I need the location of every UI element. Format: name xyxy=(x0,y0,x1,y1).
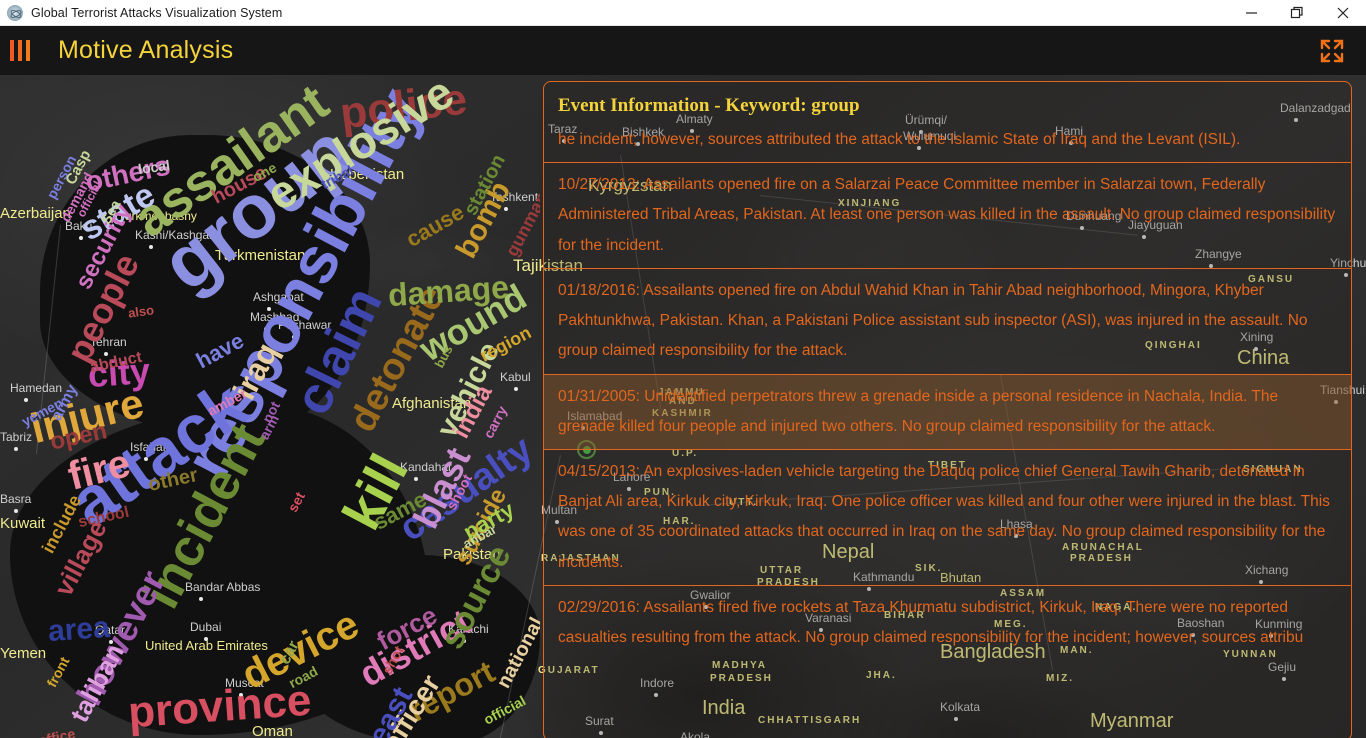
event-text: 01/31/2005: Unidentified perpetrators th… xyxy=(558,387,1279,435)
wordcloud-word[interactable]: also xyxy=(127,302,155,320)
app-globe-icon xyxy=(7,4,23,21)
event-text: 02/29/2016: Assailants fired five rocket… xyxy=(558,598,1304,647)
visualization-stage: Azerbaijan Turkmenbashy Uzbekistan Turkmeni… xyxy=(0,75,1366,738)
close-icon[interactable] xyxy=(1320,0,1366,26)
event-panel-title: Event Information - Keyword: group xyxy=(558,95,860,116)
event-text: he incident; however, sources attributed… xyxy=(558,131,1241,148)
event-text: 04/15/2013: An explosives-laden vehicle … xyxy=(558,462,1330,571)
wordcloud-word[interactable]: damage xyxy=(387,269,510,313)
maximize-icon[interactable] xyxy=(1274,0,1320,26)
event-list[interactable]: he incident; however, sources attributed… xyxy=(544,125,1351,660)
minimize-icon[interactable] xyxy=(1228,0,1274,26)
window-title: Global Terrorist Attacks Visualization S… xyxy=(31,5,283,20)
expand-fullscreen-icon[interactable] xyxy=(1318,37,1346,65)
event-list-item[interactable]: he incident; however, sources attributed… xyxy=(544,125,1351,162)
wordcloud-word[interactable]: national xyxy=(493,614,540,692)
wordcloud-word[interactable]: front xyxy=(43,654,72,690)
wordcloud-word[interactable]: set xyxy=(284,489,308,514)
event-list-item[interactable]: 10/27/2013: Assailants opened fire on a … xyxy=(544,162,1351,268)
menu-bars-icon[interactable] xyxy=(10,40,40,61)
wordcloud-word[interactable]: office xyxy=(37,725,77,738)
event-text: 10/27/2013: Assailants opened fire on a … xyxy=(558,176,1336,254)
event-information-panel: Event Information - Keyword: group he in… xyxy=(543,81,1352,738)
app-header: Motive Analysis xyxy=(0,26,1366,75)
window-titlebar: Global Terrorist Attacks Visualization S… xyxy=(0,0,1366,26)
wordcloud-word[interactable]: local xyxy=(137,157,171,177)
event-list-item[interactable]: 01/31/2005: Unidentified perpetrators th… xyxy=(544,373,1351,449)
wordcloud-word[interactable]: official xyxy=(481,692,528,727)
event-list-item[interactable]: 02/29/2016: Assailants fired five rocket… xyxy=(544,584,1351,660)
event-list-item[interactable]: 04/15/2013: An explosives-laden vehicle … xyxy=(544,448,1351,585)
motive-keyword-wordcloud[interactable]: group responsibility attack assailant claim i… xyxy=(0,75,540,738)
event-text: 01/18/2016: Assailants opened fire on Ab… xyxy=(558,281,1308,360)
page-title: Motive Analysis xyxy=(58,36,234,64)
wordcloud-word[interactable]: province xyxy=(126,676,312,738)
event-list-item[interactable]: 01/18/2016: Assailants opened fire on Ab… xyxy=(544,267,1351,374)
window-controls xyxy=(1228,0,1366,26)
